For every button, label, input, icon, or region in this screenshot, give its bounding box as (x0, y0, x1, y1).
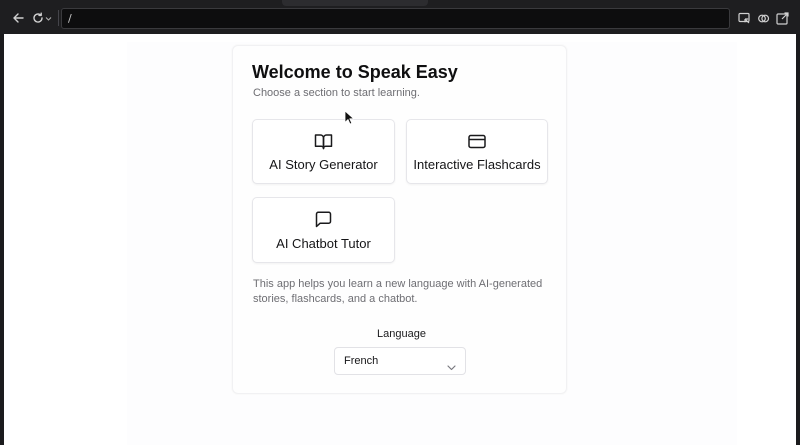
message-square-icon (315, 210, 332, 230)
story-generator-tile[interactable]: AI Story Generator (252, 119, 395, 184)
page-title: Welcome to Speak Easy (252, 62, 458, 82)
reload-button[interactable] (31, 9, 53, 27)
toolbar-separator (58, 10, 59, 26)
language-selected-value: French (344, 355, 379, 367)
tile-label: Interactive Flashcards (413, 157, 541, 172)
book-open-icon (314, 131, 333, 151)
link-button[interactable] (756, 9, 770, 27)
tile-label: AI Chatbot Tutor (276, 235, 371, 251)
address-bar[interactable]: / (61, 8, 730, 29)
tile-label: AI Story Generator (269, 157, 378, 172)
reload-icon (33, 12, 43, 23)
chevron-down-icon (447, 358, 456, 376)
app-description: This app helps you learn a new language … (253, 278, 543, 305)
page-subtitle: Choose a section to start learning. (253, 87, 420, 99)
open-external-button[interactable] (775, 9, 789, 27)
inspect-icon (737, 12, 750, 23)
browser-toolbar: / (0, 0, 800, 34)
window-drag-strip (282, 0, 428, 6)
flashcards-tile[interactable]: Interactive Flashcards (406, 119, 548, 184)
language-label: Language (377, 328, 426, 340)
language-select[interactable]: French (334, 347, 466, 375)
mouse-cursor-icon (344, 110, 355, 130)
chevron-down-icon (45, 16, 52, 21)
inspect-button[interactable] (737, 9, 751, 27)
back-arrow-icon (13, 13, 24, 23)
chatbot-tutor-tile[interactable]: AI Chatbot Tutor (252, 197, 395, 263)
back-button[interactable] (11, 9, 25, 27)
link-icon (757, 14, 769, 22)
credit-card-icon (468, 131, 486, 151)
url-text: / (68, 12, 72, 25)
external-link-icon (775, 11, 789, 25)
